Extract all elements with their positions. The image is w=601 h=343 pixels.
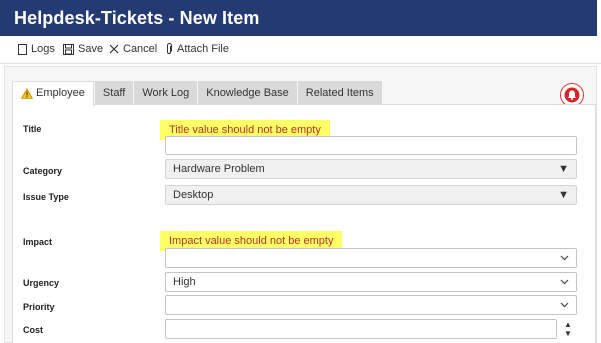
toolbar: Logs Save Cancel Attach File (0, 36, 601, 64)
urgency-label: Urgency (23, 278, 60, 288)
category-label: Category (23, 166, 63, 176)
warning-icon (21, 88, 33, 99)
tab-strip: Employee Staff Work Log Knowledge Base R… (12, 81, 383, 106)
logs-label: Logs (31, 43, 55, 55)
save-label: Save (78, 43, 104, 55)
document-icon (18, 43, 27, 55)
tab-work-log[interactable]: Work Log (134, 81, 198, 105)
attach-file-label: Attach File (177, 43, 229, 55)
issue-type-label: Issue Type (23, 192, 69, 202)
close-icon (109, 44, 119, 54)
tab-staff[interactable]: Staff (94, 81, 134, 105)
cost-label: Cost (23, 325, 43, 335)
tab-label: Employee (36, 87, 85, 99)
category-value: Hardware Problem (173, 163, 265, 175)
attach-file-button[interactable]: Attach File (165, 43, 229, 55)
category-select[interactable]: Hardware Problem ▼ (165, 159, 577, 179)
tab-label: Staff (102, 87, 126, 99)
window-title: Helpdesk-Tickets - New Item (0, 0, 597, 36)
logs-button[interactable]: Logs (18, 43, 55, 55)
cost-stepper[interactable]: ▲ ▼ (562, 320, 574, 338)
chevron-down-icon (560, 299, 569, 311)
priority-select[interactable] (165, 295, 577, 315)
tab-label: Work Log (142, 87, 190, 99)
tab-label: Knowledge Base (206, 87, 289, 99)
tab-related-items[interactable]: Related Items (297, 81, 382, 105)
paperclip-icon (167, 43, 172, 54)
cancel-button[interactable]: Cancel (109, 43, 157, 55)
title-label: Title (23, 124, 42, 134)
tab-label: Related Items (305, 87, 374, 99)
bell-icon (564, 87, 580, 103)
issue-type-value: Desktop (173, 189, 214, 201)
dropdown-arrow-icon: ▼ (558, 189, 569, 201)
chevron-down-icon (560, 276, 569, 288)
impact-select[interactable] (165, 248, 577, 268)
save-button[interactable]: Save (63, 43, 103, 55)
cancel-label: Cancel (123, 43, 158, 55)
urgency-select[interactable]: High (165, 272, 577, 292)
save-icon (63, 43, 74, 55)
tab-knowledge-base[interactable]: Knowledge Base (198, 81, 297, 105)
dropdown-arrow-icon: ▼ (558, 163, 569, 175)
tab-employee[interactable]: Employee (12, 81, 94, 106)
chevron-down-icon (560, 252, 569, 264)
title-input[interactable] (165, 136, 577, 155)
issue-type-select[interactable]: Desktop ▼ (165, 185, 577, 205)
priority-label: Priority (23, 302, 55, 312)
cost-input[interactable] (165, 319, 557, 339)
stepper-down-icon[interactable]: ▼ (562, 329, 574, 338)
urgency-value: High (173, 276, 196, 288)
stepper-up-icon[interactable]: ▲ (562, 320, 574, 329)
impact-label: Impact (23, 237, 53, 247)
